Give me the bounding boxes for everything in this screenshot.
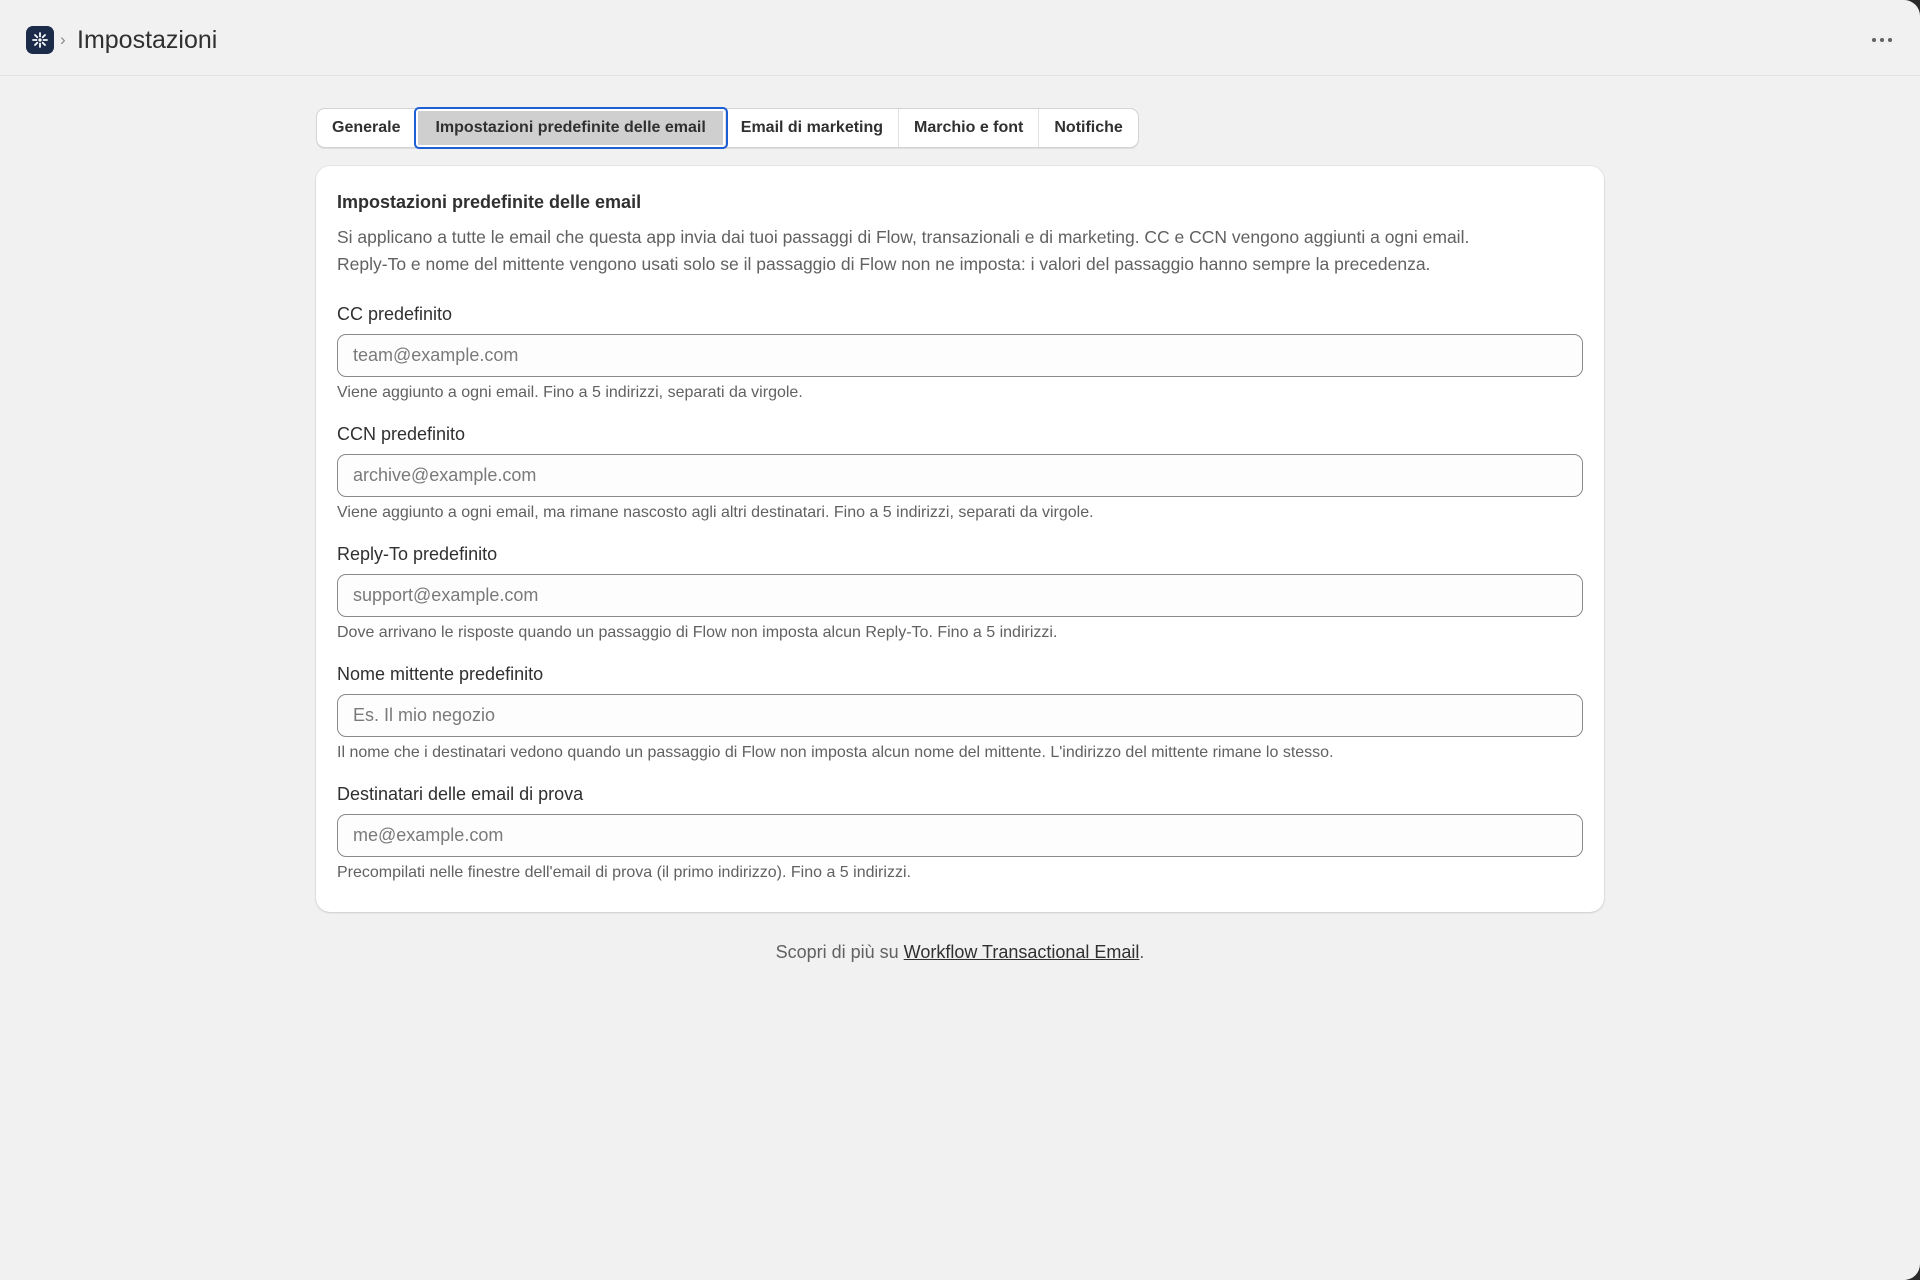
test-email-recipients-input[interactable] bbox=[337, 814, 1583, 857]
default-reply-to-help: Dove arrivano le risposte quando un pass… bbox=[337, 624, 1058, 641]
tab-brand-fonts[interactable]: Marchio e font bbox=[899, 109, 1040, 147]
default-cc-input[interactable] bbox=[337, 334, 1583, 377]
top-bar: › Impostazioni bbox=[0, 0, 1920, 76]
default-bcc-help: Viene aggiunto a ogni email, ma rimane n… bbox=[337, 504, 1094, 521]
default-cc-label: CC predefinito bbox=[337, 304, 453, 324]
app-logo-icon[interactable] bbox=[26, 26, 54, 54]
learn-more-suffix: . bbox=[1139, 942, 1145, 962]
tab-email-defaults[interactable]: Impostazioni predefinite delle email bbox=[414, 107, 728, 149]
email-defaults-card: Impostazioni predefinite delle email Si … bbox=[316, 166, 1604, 912]
learn-more-prefix: Scopri di più su bbox=[775, 942, 904, 962]
test-email-recipients-label: Destinatari delle email di prova bbox=[337, 784, 584, 804]
field-default-sender-name: Nome mittente predefinito Il nome che i … bbox=[337, 662, 1583, 764]
more-actions-button[interactable] bbox=[1866, 26, 1898, 54]
field-default-cc: CC predefinito Viene aggiunto a ogni ema… bbox=[337, 302, 1583, 404]
settings-tabs: Generale Impostazioni predefinite delle … bbox=[316, 107, 1139, 149]
learn-more-footer: Scopri di più su Workflow Transactional … bbox=[316, 940, 1604, 964]
test-email-recipients-help: Precompilati nelle finestre dell'email d… bbox=[337, 864, 911, 881]
default-sender-name-input[interactable] bbox=[337, 694, 1583, 737]
sparkle-icon bbox=[32, 32, 48, 48]
card-description: Si applicano a tutte le email che questa… bbox=[337, 224, 1583, 278]
field-default-reply-to: Reply-To predefinito Dove arrivano le ri… bbox=[337, 542, 1583, 644]
default-reply-to-label: Reply-To predefinito bbox=[337, 544, 498, 564]
learn-more-link[interactable]: Workflow Transactional Email bbox=[904, 942, 1140, 962]
field-test-email-recipients: Destinatari delle email di prova Precomp… bbox=[337, 782, 1583, 884]
default-reply-to-input[interactable] bbox=[337, 574, 1583, 617]
card-description-line2: Reply-To e nome del mittente vengono usa… bbox=[337, 254, 1431, 274]
breadcrumb-separator: › bbox=[60, 30, 66, 49]
tab-marketing-email[interactable]: Email di marketing bbox=[726, 109, 900, 147]
app-window: › Impostazioni Generale Impostazioni pre… bbox=[0, 0, 1920, 1280]
tab-generale[interactable]: Generale bbox=[317, 109, 417, 147]
default-sender-name-help: Il nome che i destinatari vedono quando … bbox=[337, 744, 1334, 761]
field-default-bcc: CCN predefinito Viene aggiunto a ogni em… bbox=[337, 422, 1583, 524]
tab-notifications[interactable]: Notifiche bbox=[1039, 109, 1137, 147]
default-bcc-label: CCN predefinito bbox=[337, 424, 466, 444]
card-title: Impostazioni predefinite delle email bbox=[337, 192, 642, 212]
more-horizontal-icon bbox=[1872, 38, 1892, 42]
card-description-line1: Si applicano a tutte le email che questa… bbox=[337, 227, 1470, 247]
default-cc-help: Viene aggiunto a ogni email. Fino a 5 in… bbox=[337, 384, 803, 401]
page-title: Impostazioni bbox=[77, 26, 218, 54]
default-bcc-input[interactable] bbox=[337, 454, 1583, 497]
default-sender-name-label: Nome mittente predefinito bbox=[337, 664, 544, 684]
